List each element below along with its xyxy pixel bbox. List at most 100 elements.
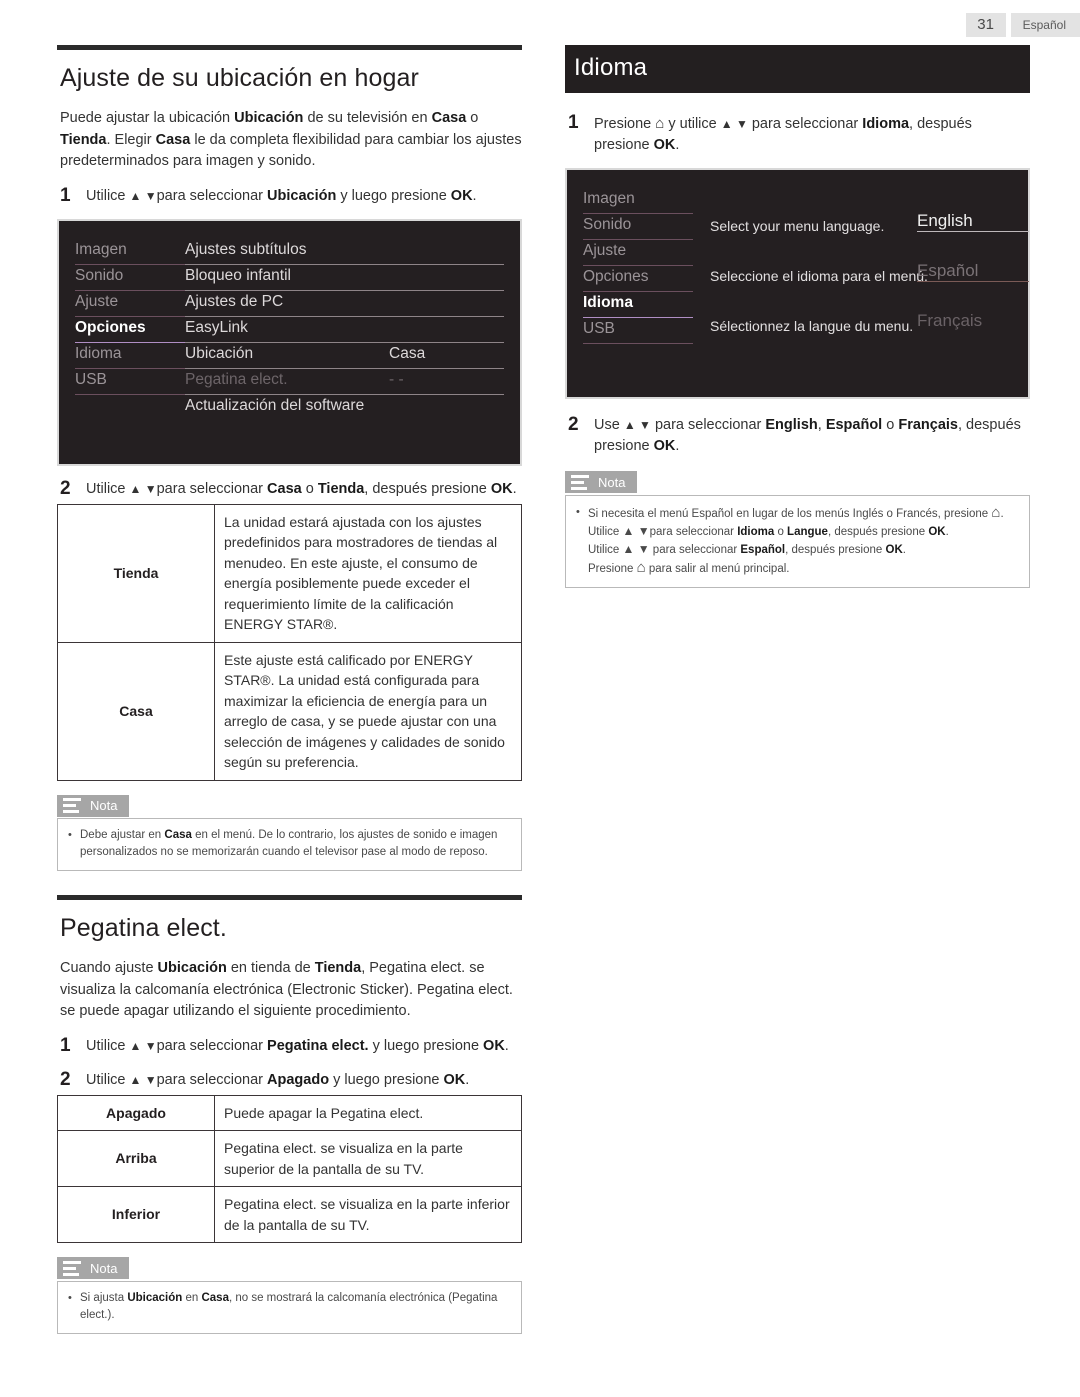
osd-language-description: Select your menu language.: [710, 218, 885, 234]
table-cell-key: Inferior: [57, 1186, 215, 1243]
osd-sidebar-item-sonido[interactable]: Sonido: [583, 214, 693, 240]
step-text: Presione ⌂ y utilice ▲ ▼ para selecciona…: [594, 115, 972, 153]
osd-value: - -: [389, 369, 504, 395]
nota-box-pegatina: Nota • Si ajusta Ubicación en Casa, no se…: [57, 1257, 522, 1334]
table-cell-description: Pegatina elect. se visualiza en la parte…: [214, 1130, 522, 1187]
osd-values: Casa - -: [389, 239, 504, 420]
intro-paragraph-pegatina: Cuando ajuste Ubicación en tienda de Tie…: [60, 960, 513, 1019]
nota-label: Nota: [90, 1260, 118, 1276]
osd-sidebar-item-ajuste[interactable]: Ajuste: [583, 240, 693, 266]
osd-language-option-español[interactable]: Español: [917, 261, 1029, 282]
nota-tab: Nota: [57, 794, 130, 817]
nota-text: Debe ajustar en Casa en el menú. De lo c…: [80, 829, 498, 858]
step-2-ubicacion: 2 Utilice ▲ ▼para seleccionar Casa o Tie…: [57, 477, 522, 500]
table-cell-key: Apagado: [57, 1094, 215, 1131]
osd-menu-items: Ajustes subtítulos Bloqueo infantil Ajuste…: [185, 239, 389, 420]
bullet-icon: •: [68, 829, 72, 841]
step-2-pegatina: 2 Utilice ▲ ▼para seleccionar Apagado y …: [57, 1068, 522, 1091]
nota-text: Si necesita el menú Español en lugar de …: [588, 503, 1004, 521]
osd-sidebar-item-usb[interactable]: USB: [583, 318, 693, 344]
osd-value: [389, 317, 504, 343]
table-cell-description: La unidad estará ajustada con los ajuste…: [214, 503, 522, 643]
osd-menu-item[interactable]: Bloqueo infantil: [185, 265, 389, 291]
bullet-icon: •: [68, 1291, 72, 1304]
table-cell-description: Pegatina elect. se visualiza en la parte…: [214, 1186, 522, 1243]
nota-body: • Si ajusta Ubicación en Casa, no se most…: [57, 1280, 522, 1334]
nota-item: • Debe ajustar en Casa en el menú. De lo …: [68, 827, 511, 861]
nota-tab: Nota: [57, 1257, 130, 1279]
osd-value: [389, 239, 504, 265]
tv-osd-options-menu: Imagen Sonido Ajuste Opciones Idioma USB Ajus…: [57, 218, 522, 466]
section-rule: [57, 45, 522, 50]
step-1-ubicacion: 1 Utilice ▲ ▼para seleccionar Ubicación …: [57, 185, 522, 207]
table-cell-description: Este ajuste está calificado por ENERGY S…: [214, 641, 522, 781]
osd-sidebar-item-imagen[interactable]: Imagen: [75, 239, 185, 265]
step-text: Utilice ▲ ▼para seleccionar Ubicación y …: [86, 187, 477, 204]
table-row: Apagado Puede apagar la Pegatina elect.: [57, 1094, 522, 1131]
table-row: Arriba Pegatina elect. se visualiza en la…: [57, 1130, 522, 1187]
page-title-ubicacion: Ajuste de su ubicación en hogar: [60, 64, 419, 92]
bullet-icon: [576, 559, 588, 578]
page-title-pegatina: Pegatina elect.: [60, 914, 227, 942]
page-language-tab: Español: [1010, 13, 1080, 37]
step-text: Utilice ▲ ▼para seleccionar Casa o Tiend…: [86, 480, 517, 497]
osd-sidebar-item-sonido[interactable]: Sonido: [75, 265, 185, 291]
osd-value: Casa: [389, 343, 504, 369]
osd-sidebar-item-ajuste[interactable]: Ajuste: [75, 291, 185, 317]
nota-item: Presione ⌂ para salir al menú principal.: [576, 559, 1019, 578]
osd-menu-item[interactable]: EasyLink: [185, 317, 389, 343]
page-title-idioma: Idioma: [565, 45, 1030, 93]
nota-label: Nota: [90, 798, 118, 813]
osd-menu-item[interactable]: Pegatina elect.: [185, 369, 389, 395]
step-number: 1: [568, 112, 579, 133]
osd-menu-item[interactable]: Actualización del software: [185, 395, 389, 420]
step-number: 2: [60, 477, 71, 499]
nota-tab: Nota: [565, 471, 638, 493]
nota-box-idioma: Nota • Si necesita el menú Español en lug…: [565, 471, 1030, 588]
osd-sidebar-item-usb[interactable]: USB: [75, 369, 185, 395]
osd-sidebar-item-idioma[interactable]: Idioma: [75, 343, 185, 369]
step-1-idioma: 1 Presione ⌂ y utilice ▲ ▼ para seleccio…: [565, 113, 1030, 156]
table-cell-key: Arriba: [57, 1130, 215, 1187]
step-1-pegatina: 1 Utilice ▲ ▼para seleccionar Pegatina e…: [57, 1034, 522, 1057]
osd-sidebar-item-opciones[interactable]: Opciones: [75, 317, 185, 343]
nota-body: • Debe ajustar en Casa en el menú. De lo …: [57, 818, 522, 871]
step-number: 2: [568, 414, 579, 435]
osd-menu-item[interactable]: Ajustes de PC: [185, 291, 389, 317]
osd-sidebar: Imagen Sonido Ajuste Opciones Idioma USB: [75, 239, 185, 420]
bullet-icon: [576, 541, 588, 559]
table-cell-description: Puede apagar la Pegatina elect.: [214, 1094, 522, 1131]
osd-sidebar-item-opciones[interactable]: Opciones: [583, 266, 693, 292]
table-cell-key: Casa: [57, 641, 215, 781]
osd-sidebar-item-imagen[interactable]: Imagen: [583, 188, 693, 214]
table-row: Inferior Pegatina elect. se visualiza en …: [57, 1186, 522, 1243]
step-text: Utilice ▲ ▼para seleccionar Apagado y lu…: [86, 1071, 470, 1088]
table-row: Casa Este ajuste está calificado por ENER…: [57, 641, 522, 781]
nota-item: • Si ajusta Ubicación en Casa, no se most…: [68, 1290, 511, 1324]
osd-language-option-français[interactable]: Français: [917, 311, 1029, 331]
nota-item: • Si necesita el menú Español en lugar de…: [576, 504, 1019, 523]
osd-menu-item[interactable]: Ajustes subtítulos: [185, 239, 389, 265]
nota-text: Utilice ▲ ▼ para seleccionar Español, de…: [588, 541, 906, 556]
note-lines-icon: [63, 1260, 81, 1276]
osd-sidebar-item-idioma[interactable]: Idioma: [583, 292, 693, 318]
page-header: 31 Español: [965, 13, 1080, 37]
table-row: Tienda La unidad estará ajustada con los …: [57, 503, 522, 643]
tv-osd-language-menu: Imagen Sonido Ajuste Opciones Idioma USB Sele…: [565, 168, 1030, 399]
osd-value: [389, 265, 504, 291]
step-number: 1: [60, 1034, 71, 1056]
osd-menu-item[interactable]: Ubicación: [185, 343, 389, 369]
nota-text: Si ajusta Ubicación en Casa, no se mostr…: [80, 1291, 498, 1321]
step-number: 2: [60, 1068, 71, 1090]
page-number: 31: [965, 13, 1006, 37]
table-cell-key: Tienda: [57, 503, 215, 643]
bullet-icon: [576, 523, 588, 541]
osd-sidebar: Imagen Sonido Ajuste Opciones Idioma USB: [583, 188, 693, 344]
osd-language-description: Sélectionnez la langue du menu.: [710, 318, 914, 334]
osd-language-option-english[interactable]: English: [917, 211, 1029, 232]
osd-value: [389, 395, 504, 420]
left-column: Ajuste de su ubicación en hogar Puede aj…: [57, 45, 522, 1334]
location-options-table: Tienda La unidad estará ajustada con los …: [57, 503, 522, 781]
right-column: Idioma 1 Presione ⌂ y utilice ▲ ▼ para s…: [565, 45, 1030, 588]
section-rule: [57, 895, 522, 900]
